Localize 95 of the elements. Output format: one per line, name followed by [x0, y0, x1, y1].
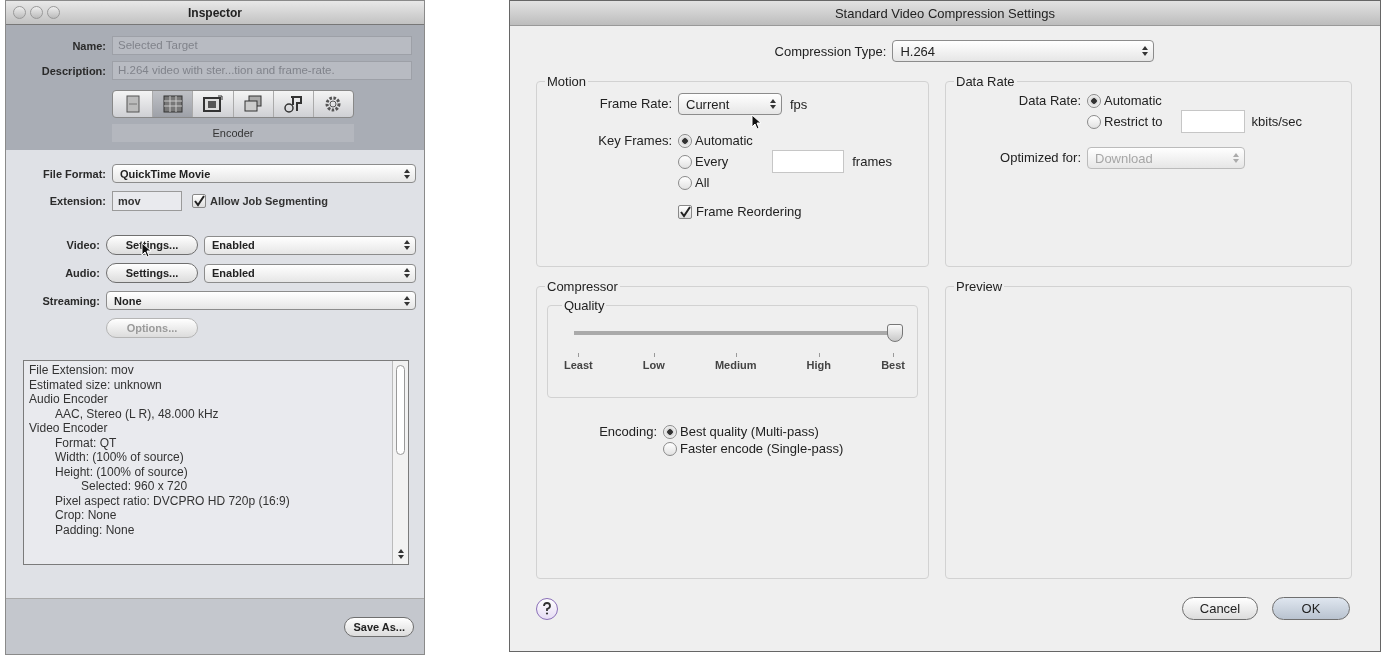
summary-line: Width: (100% of source) [54, 450, 185, 465]
summary-line: Video Encoder [29, 421, 109, 436]
window-title: Standard Video Compression Settings [834, 5, 1056, 21]
updown-arrows-icon [1141, 45, 1150, 57]
field-label: Description: [40, 64, 106, 77]
close-button[interactable] [13, 6, 26, 19]
field-label: Video: [65, 239, 100, 251]
updown-arrows-icon [769, 98, 777, 110]
radio-button[interactable] [1087, 93, 1101, 108]
checkbox[interactable]: Frame Reordering [678, 204, 918, 219]
minimize-button[interactable] [30, 6, 43, 19]
frames-field[interactable] [772, 150, 845, 173]
radio-button[interactable] [678, 133, 692, 148]
status-dropdown[interactable]: Enabled [204, 263, 416, 283]
summary-line: AAC, Stereo (L R), 48.000 kHz [54, 406, 220, 421]
updown-arrows-icon [396, 548, 405, 560]
question-mark-icon [542, 602, 552, 615]
field-label: Name: [71, 39, 106, 52]
updown-arrows-icon [403, 167, 411, 180]
field-label: Extension: [48, 195, 106, 207]
option-label: Restrict to [1104, 114, 1163, 129]
group-title: Quality [563, 298, 606, 313]
settings-button[interactable]: Settings... [106, 263, 198, 283]
summary-line: Format: QT [54, 435, 118, 450]
field-label: Data Rate: [1017, 93, 1081, 108]
frame-icon [202, 95, 223, 113]
option-label: Every [695, 154, 729, 169]
radio-button[interactable] [1087, 114, 1101, 129]
settings-button[interactable]: Settings... [106, 235, 198, 255]
streaming-dropdown[interactable]: None [106, 291, 416, 310]
field-label: Key Frames: [597, 133, 672, 148]
extension-field[interactable]: mov [112, 191, 182, 211]
group-title: Motion [546, 74, 588, 89]
field-label: Streaming: [41, 294, 100, 307]
updown-arrows-icon [403, 239, 411, 251]
tick-label: High [806, 353, 832, 371]
tick-label: Best [881, 353, 905, 371]
tick-label: Least [564, 353, 593, 371]
zoom-button[interactable] [47, 6, 60, 19]
summary-line: Selected: 960 x 720 [80, 479, 189, 494]
field-label: Audio: [64, 267, 100, 279]
film-grid-icon [162, 95, 183, 113]
compression-type-dropdown[interactable]: H.264 [892, 40, 1155, 62]
radio-button[interactable] [678, 175, 692, 190]
updown-arrows-icon [1232, 152, 1240, 164]
field-label: Compression Type: [774, 43, 887, 59]
summary-line: Audio Encoder [29, 392, 109, 407]
scrollbar[interactable] [392, 361, 408, 564]
field-label: Optimized for: [999, 149, 1081, 165]
summary-line: Estimated size: unknown [29, 377, 163, 392]
stacked-windows-icon [243, 95, 264, 113]
cancel-button[interactable]: Cancel [1182, 597, 1258, 620]
summary-line: Crop: None [54, 508, 118, 523]
summary-line: Padding: None [54, 522, 136, 537]
field-label: Frame Rate: [598, 95, 672, 111]
tab-caption: Encoder [112, 124, 354, 142]
save-as-button[interactable]: Save As... [344, 616, 414, 637]
mouse-pointer-icon [751, 114, 762, 130]
tick-label: Low [642, 353, 665, 371]
document-icon [124, 95, 141, 113]
option-label: Automatic [1104, 93, 1162, 108]
unit-label: kbits/sec [1251, 114, 1303, 129]
radio-button[interactable] [678, 154, 692, 169]
radio-button[interactable] [663, 441, 677, 456]
summary-line: Height: (100% of source) [54, 464, 189, 479]
unit-label: fps [790, 96, 808, 112]
option-label: Faster encode (Single-pass) [680, 441, 844, 456]
option-label: All [695, 175, 710, 190]
tick-label: Medium [714, 353, 757, 371]
data-rate-field[interactable] [1180, 110, 1245, 133]
help-button[interactable] [536, 597, 558, 620]
summary-line: Pixel aspect ratio: DVCPRO HD 720p (16:9) [54, 493, 291, 508]
tools-icon [283, 95, 304, 113]
group-title: Data Rate [955, 74, 1016, 89]
updown-arrows-icon [403, 294, 411, 307]
field-label: File Format: [42, 167, 106, 180]
slider-thumb[interactable] [887, 324, 903, 342]
unit-label: frames [852, 154, 892, 169]
summary-line: File Extension: mov [29, 363, 135, 378]
checkmark-icon [193, 195, 205, 207]
field-label: Encoding: [598, 424, 657, 439]
tab[interactable] [153, 91, 194, 117]
gear-icon [324, 95, 343, 113]
option-label: Best quality (Multi-pass) [680, 424, 819, 439]
checkmark-icon [679, 205, 691, 218]
radio-button[interactable] [663, 424, 677, 439]
updown-arrows-icon [403, 267, 411, 279]
group-title: Compressor [546, 279, 619, 294]
group-title: Preview [955, 279, 1004, 294]
file-format-dropdown[interactable]: QuickTime Movie [112, 164, 416, 183]
window-title: Inspector [188, 5, 242, 20]
checkbox[interactable]: Allow Job Segmenting [192, 194, 328, 208]
option-label: Automatic [695, 133, 753, 148]
status-dropdown[interactable]: Enabled [204, 235, 416, 255]
ok-button[interactable]: OK [1272, 597, 1350, 620]
